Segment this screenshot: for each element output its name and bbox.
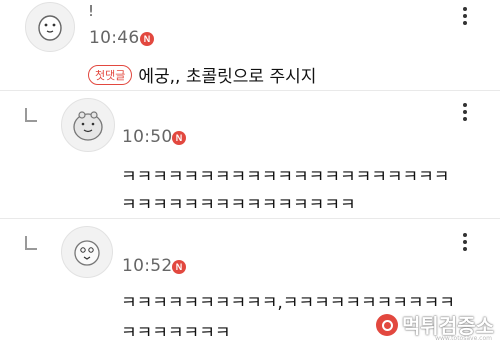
avatar[interactable] [61,226,113,278]
new-badge: N [172,131,186,145]
chick-avatar-icon [74,240,100,266]
dot [463,7,467,11]
dot [463,117,467,121]
comment-text-line: ㅋㅋㅋㅋㅋㅋㅋㅋㅋㅋㅋㅋㅋㅋㅋ [121,195,356,215]
new-badge: N [140,32,154,46]
dot [463,110,467,114]
dot [463,103,467,107]
bear-avatar-icon [38,15,62,41]
more-options-button[interactable] [453,230,477,254]
author-name[interactable]: ! [88,2,94,20]
first-comment-badge: 첫댓글 [88,65,133,85]
comment-time: 10:50 [122,127,173,147]
hippo-avatar-icon [73,111,103,141]
dot [463,240,467,244]
more-options-button[interactable] [453,100,477,124]
avatar[interactable] [25,2,75,52]
more-options-button[interactable] [453,4,477,28]
reply-indicator-icon [25,236,37,250]
comment-time: 10:52 [122,256,173,276]
comment-text-body: 에궁,, 초콜릿으로 주시지 [138,67,317,87]
comment-time: 10:46 [89,28,140,48]
dot [463,21,467,25]
comment-text-line: ㅋㅋㅋㅋㅋㅋㅋㅋㅋㅋㅋㅋㅋㅋㅋㅋㅋㅋㅋㅋㅋ [121,167,450,187]
avatar[interactable] [61,98,115,152]
dot [463,14,467,18]
comment-2: 10:50 N ㅋㅋㅋㅋㅋㅋㅋㅋㅋㅋㅋㅋㅋㅋㅋㅋㅋㅋㅋㅋㅋ ㅋㅋㅋㅋㅋㅋㅋㅋㅋㅋ… [0,90,500,215]
comment-text-line: ㅋㅋㅋㅋㅋㅋㅋ [121,323,231,343]
magnifier-icon [376,313,398,336]
comment-1: ! 10:46 N 첫댓글 에궁,, 초콜릿으로 주시지 [0,0,500,88]
dot [463,233,467,237]
dot [463,247,467,251]
new-badge: N [172,260,186,274]
comment-text: 첫댓글 에궁,, 초콜릿으로 주시지 [88,62,316,87]
reply-indicator-icon [25,108,37,122]
watermark-url: www.totosave.com [435,335,492,342]
